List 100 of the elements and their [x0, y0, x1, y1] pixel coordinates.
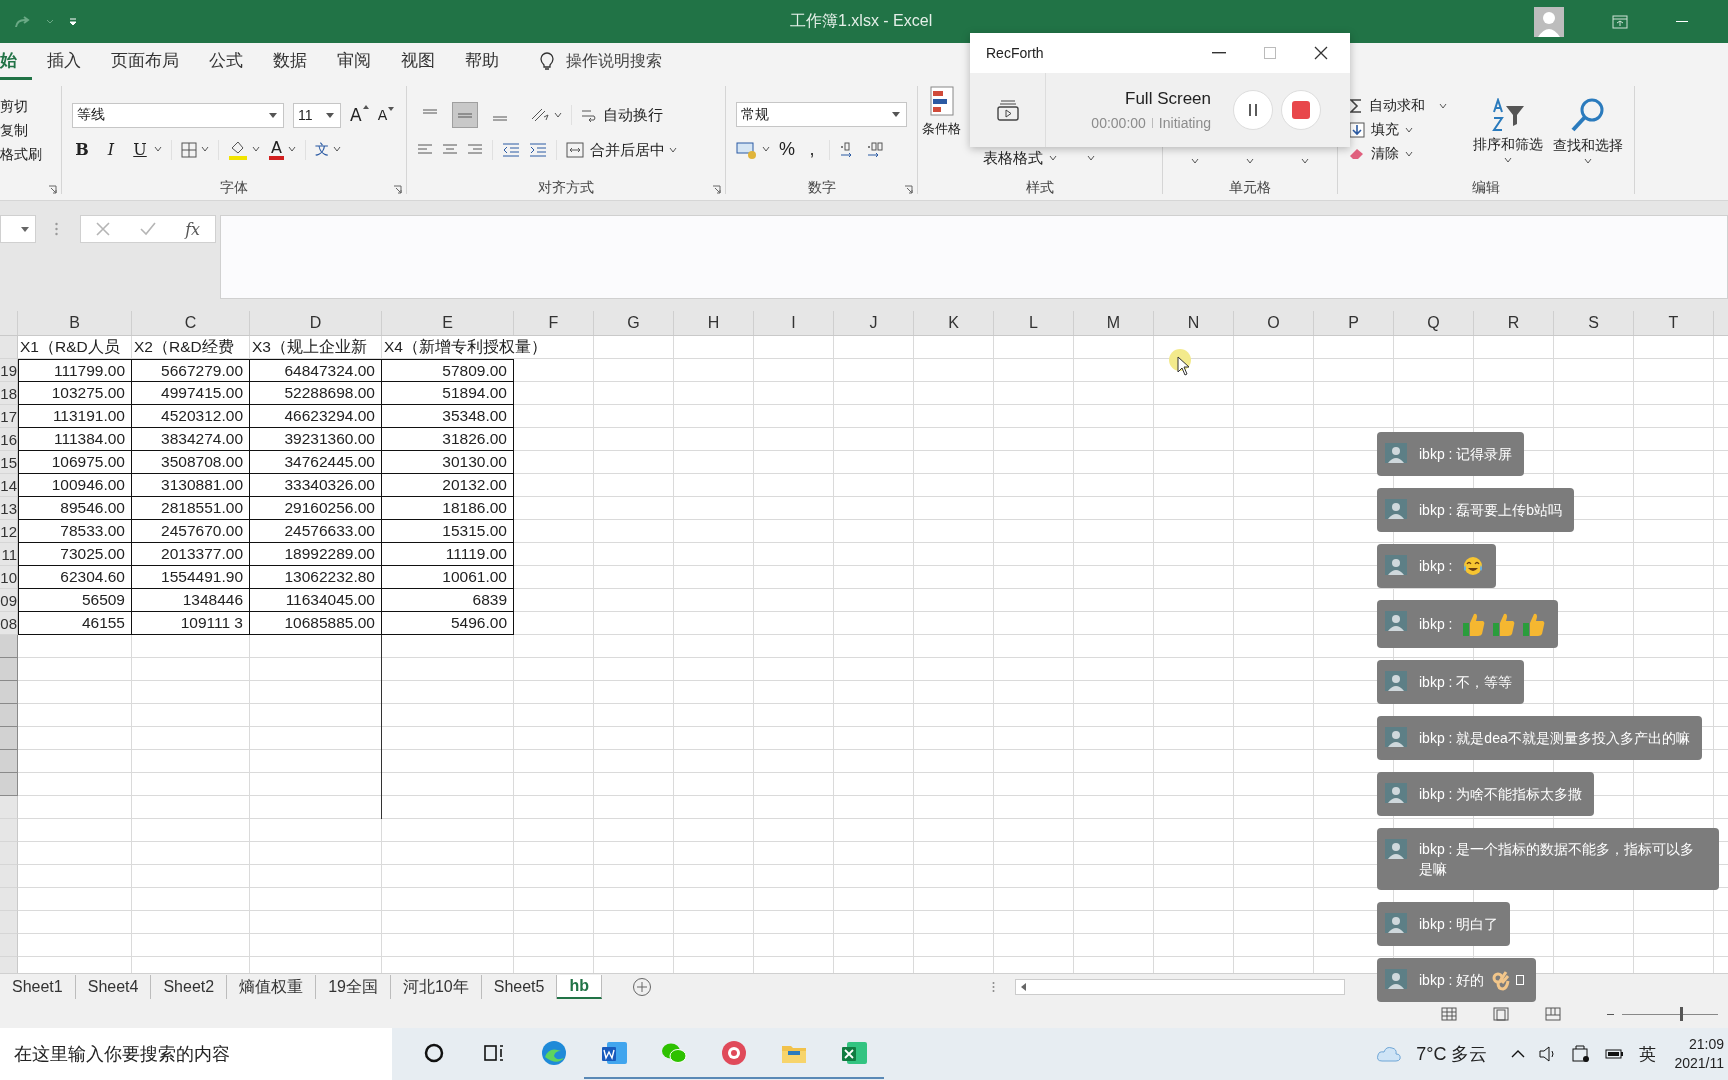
font-size-field[interactable]: 11	[293, 102, 341, 128]
dialog-launcher-icon[interactable]	[393, 185, 402, 194]
column-header[interactable]: Q	[1394, 311, 1474, 335]
redo-icon[interactable]	[14, 14, 32, 29]
caret-icon[interactable]	[1190, 159, 1199, 164]
horizontal-align-icon[interactable]	[442, 143, 458, 157]
clock-date[interactable]: 2021/11	[1674, 1054, 1724, 1073]
row-header[interactable]: 08	[0, 612, 18, 635]
pause-button[interactable]	[1233, 90, 1273, 130]
horizontal-scrollbar[interactable]	[1015, 979, 1345, 995]
sheet-tab[interactable]: Sheet4	[75, 975, 152, 999]
ribbon-tab[interactable]: 视图	[386, 43, 450, 80]
column-header[interactable]: G	[594, 311, 674, 335]
caret-icon[interactable]	[154, 147, 162, 152]
percent-button[interactable]: %	[779, 139, 795, 160]
column-header[interactable]: S	[1554, 311, 1634, 335]
minus-icon[interactable]	[1607, 1012, 1614, 1016]
formula-input[interactable]	[220, 215, 1728, 299]
caret-icon[interactable]	[201, 147, 209, 152]
normal-view-icon[interactable]	[1441, 1007, 1457, 1021]
underline-button[interactable]: U	[130, 140, 150, 159]
row-header[interactable]: 11	[0, 543, 18, 566]
conditional-formatting-button[interactable]: 条件格	[922, 82, 961, 176]
column-header[interactable]: E	[382, 311, 514, 335]
column-header[interactable]: C	[132, 311, 250, 335]
column-header[interactable]: K	[914, 311, 994, 335]
grow-font-button[interactable]: A	[350, 105, 369, 125]
column-header[interactable]: F	[514, 311, 594, 335]
horizontal-align-icon[interactable]	[417, 143, 433, 157]
column-header[interactable]: O	[1234, 311, 1314, 335]
row-header[interactable]	[0, 658, 18, 681]
column-header[interactable]: B	[18, 311, 132, 335]
paint-bucket-icon[interactable]	[228, 139, 248, 160]
comma-style-button[interactable]: ,	[804, 139, 820, 160]
row-header[interactable]: 13	[0, 497, 18, 520]
row-header[interactable]: 10	[0, 566, 18, 589]
font-color-button[interactable]: A	[269, 139, 284, 160]
caret-icon[interactable]	[669, 147, 677, 153]
decrease-decimal-icon[interactable]	[866, 140, 884, 159]
ribbon-tab[interactable]: 插入	[32, 43, 96, 80]
ribbon-tab[interactable]: 审阅	[322, 43, 386, 80]
column-header[interactable]: N	[1154, 311, 1234, 335]
caret-icon[interactable]	[554, 112, 562, 118]
caret-icon[interactable]	[762, 147, 770, 152]
increase-indent-icon[interactable]	[529, 143, 547, 157]
find-select-button[interactable]: 查找和选择	[1553, 96, 1623, 164]
sheet-tab[interactable]: Sheet2	[151, 975, 228, 999]
caret-icon[interactable]	[1087, 156, 1095, 161]
column-header[interactable]: R	[1474, 311, 1554, 335]
clock-time[interactable]: 21:09	[1688, 1035, 1724, 1054]
shrink-font-button[interactable]: A	[377, 107, 395, 123]
video-library-icon[interactable]	[996, 99, 1019, 121]
battery-icon[interactable]	[1605, 1048, 1626, 1060]
ribbon-tab[interactable]: 数据	[258, 43, 322, 80]
column-header[interactable]: I	[754, 311, 834, 335]
caret-icon[interactable]	[1301, 159, 1310, 164]
borders-icon[interactable]	[181, 141, 197, 158]
currency-icon[interactable]	[736, 140, 758, 159]
row-header[interactable]: 14	[0, 474, 18, 497]
page-layout-icon[interactable]	[1493, 1007, 1509, 1021]
insert-function-button[interactable]: fx	[185, 219, 201, 239]
row-header[interactable]	[0, 681, 18, 704]
format-as-table-button[interactable]: 表格格式	[983, 149, 1057, 168]
chevron-up-icon[interactable]	[1511, 1050, 1526, 1058]
row-header[interactable]: 19	[0, 359, 18, 382]
input-method-indicator[interactable]: 英	[1639, 1042, 1657, 1066]
decrease-indent-icon[interactable]	[502, 143, 520, 157]
grip-icon[interactable]	[55, 222, 58, 236]
cancel-icon[interactable]	[95, 222, 110, 236]
italic-button[interactable]: I	[101, 140, 121, 159]
column-header[interactable]: J	[834, 311, 914, 335]
add-sheet-icon[interactable]	[632, 977, 652, 997]
tell-me-search[interactable]: 操作说明搜索	[566, 51, 662, 72]
customize-icon[interactable]	[68, 16, 78, 27]
ribbon-tab[interactable]: 页面布局	[96, 43, 194, 80]
fill-button[interactable]: 填充	[1349, 121, 1447, 139]
caret-icon[interactable]	[332, 147, 341, 152]
minimize-icon[interactable]	[1676, 20, 1688, 23]
row-header[interactable]	[0, 704, 18, 727]
sheet-tab[interactable]: 河北10年	[390, 975, 482, 999]
caret-icon[interactable]	[252, 147, 260, 152]
row-header[interactable]: 16	[0, 428, 18, 451]
ribbon-display-icon[interactable]	[1612, 14, 1628, 29]
font-name-field[interactable]: 等线	[72, 102, 284, 128]
vertical-align-button[interactable]	[452, 102, 478, 128]
row-header[interactable]: 15	[0, 451, 18, 474]
row-header[interactable]	[0, 750, 18, 773]
row-header[interactable]	[0, 773, 18, 796]
clipboard-command[interactable]: 剪切	[0, 98, 28, 116]
splitter-icon[interactable]	[992, 981, 995, 993]
wrap-text-button[interactable]: 自动换行	[581, 105, 663, 125]
column-header[interactable]: T	[1634, 311, 1714, 335]
slider-thumb[interactable]	[1679, 1007, 1683, 1021]
row-header[interactable]: 18	[0, 382, 18, 405]
row-header[interactable]: 12	[0, 520, 18, 543]
page-break-icon[interactable]	[1545, 1007, 1561, 1021]
row-header[interactable]	[0, 635, 18, 658]
phonetic-guide-button[interactable]: 文	[314, 140, 329, 159]
autosum-button[interactable]: 自动求和	[1349, 97, 1447, 115]
check-icon[interactable]	[139, 222, 156, 236]
